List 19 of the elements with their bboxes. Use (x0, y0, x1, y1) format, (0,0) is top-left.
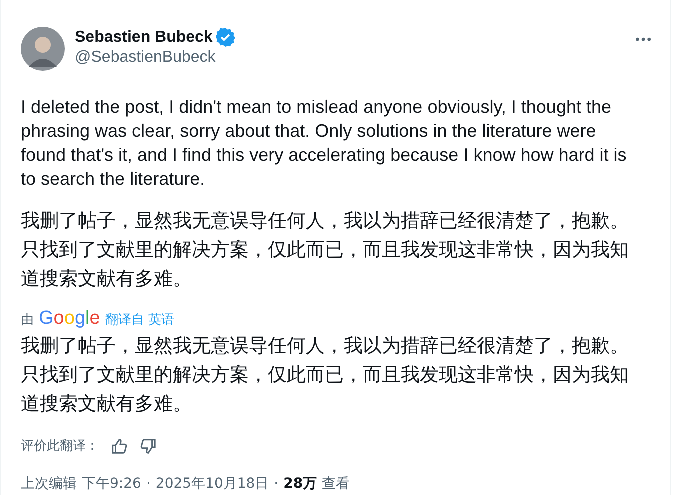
author-handle[interactable]: @SebastienBubeck (75, 49, 635, 67)
thumbs-up-icon[interactable] (111, 438, 128, 454)
thumbs-down-icon[interactable] (140, 438, 157, 454)
separator-dot: · (146, 476, 151, 492)
edited-link[interactable]: 上次编辑 (21, 475, 77, 493)
post-text: I deleted the post, I didn't mean to mislead anyone obviously, I thought the phrasing was clear, sorry about that. Only solutions in the literature were found that's it, and I find this very accelerating because I know how hard it is to search the literature. (21, 96, 628, 191)
translated-by-label: 由 (21, 312, 34, 329)
more-icon[interactable] (635, 37, 652, 42)
author-name[interactable]: Sebastien Bubeck (75, 28, 213, 46)
views-label: 查看 (322, 475, 350, 493)
rate-translation-label: 评价此翻译： (21, 438, 99, 455)
avatar[interactable] (21, 27, 65, 71)
view-count: 28万 (284, 475, 318, 493)
post-time[interactable]: 下午9:26 (82, 475, 142, 493)
google-logo: Google (39, 308, 100, 330)
translated-text: 我删了帖子，显然我无意误导任何人，我以为措辞已经很清楚了，抱歉。只找到了文献里的解决方案，仅此而已，而且我发现这非常快，因为我知道搜索文献有多难。 (21, 334, 630, 417)
separator-dot: · (274, 476, 279, 492)
post-text: 我删了帖子，显然我无意误导任何人，我以为措辞已经很清楚了，抱歉。只找到了文献里的解决方案，仅此而已，而且我发现这非常快，因为我知道搜索文献有多难。 (21, 209, 630, 292)
post-date[interactable]: 2025年10月18日 (156, 475, 270, 493)
